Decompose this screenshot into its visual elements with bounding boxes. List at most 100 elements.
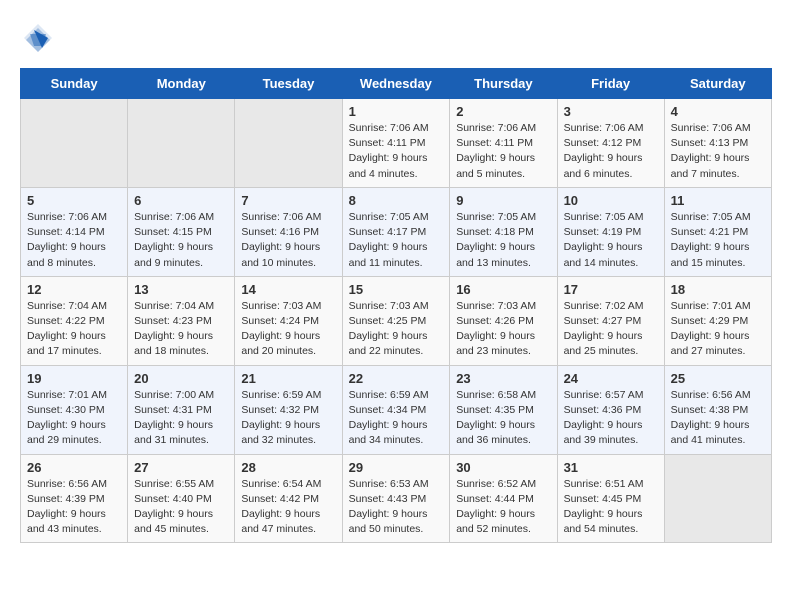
calendar-cell: 19 Sunrise: 7:01 AMSunset: 4:30 PMDayligh…	[21, 365, 128, 454]
calendar-cell: 5 Sunrise: 7:06 AMSunset: 4:14 PMDaylight…	[21, 187, 128, 276]
calendar-cell: 6Sunrise: 7:06 AMSunset: 4:15 PMDaylight…	[128, 187, 235, 276]
day-info: Sunrise: 7:05 AMSunset: 4:21 PMDaylight:…	[671, 210, 766, 271]
day-number: 27	[134, 460, 229, 475]
day-number: 19	[27, 371, 122, 386]
calendar-cell: 11 Sunrise: 7:05 AMSunset: 4:21 PMDayligh…	[664, 187, 771, 276]
day-number: 5	[27, 193, 122, 208]
day-info: Sunrise: 7:03 AMSunset: 4:25 PMDaylight:…	[349, 299, 445, 360]
day-number: 23	[456, 371, 551, 386]
calendar-cell: 30 Sunrise: 6:52 AMSunset: 4:44 PMDayligh…	[450, 454, 557, 543]
calendar-header-row: SundayMondayTuesdayWednesdayThursdayFrid…	[21, 69, 772, 99]
calendar-week-row: 19 Sunrise: 7:01 AMSunset: 4:30 PMDayligh…	[21, 365, 772, 454]
calendar-cell: 21 Sunrise: 6:59 AMSunset: 4:32 PMDayligh…	[235, 365, 342, 454]
day-info: Sunrise: 7:06 AMSunset: 4:14 PMDaylight:…	[27, 210, 122, 271]
day-number: 21	[241, 371, 336, 386]
day-number: 17	[564, 282, 659, 297]
header	[20, 20, 772, 56]
day-number: 13	[134, 282, 229, 297]
calendar-cell: 17 Sunrise: 7:02 AMSunset: 4:27 PMDayligh…	[557, 276, 664, 365]
day-info: Sunrise: 7:01 AMSunset: 4:30 PMDaylight:…	[27, 388, 122, 449]
calendar-cell: 18 Sunrise: 7:01 AMSunset: 4:29 PMDayligh…	[664, 276, 771, 365]
day-info: Sunrise: 7:05 AMSunset: 4:19 PMDaylight:…	[564, 210, 659, 271]
calendar-week-row: 1Sunrise: 7:06 AMSunset: 4:11 PMDaylight…	[21, 99, 772, 188]
day-info: Sunrise: 7:05 AMSunset: 4:18 PMDaylight:…	[456, 210, 551, 271]
day-number: 11	[671, 193, 766, 208]
calendar-cell: 1Sunrise: 7:06 AMSunset: 4:11 PMDaylight…	[342, 99, 450, 188]
day-number: 8	[349, 193, 445, 208]
day-info: Sunrise: 6:54 AMSunset: 4:42 PMDaylight:…	[241, 477, 336, 538]
day-info: Sunrise: 6:56 AMSunset: 4:38 PMDaylight:…	[671, 388, 766, 449]
day-number: 26	[27, 460, 122, 475]
weekday-header-wednesday: Wednesday	[342, 69, 450, 99]
weekday-header-friday: Friday	[557, 69, 664, 99]
day-info: Sunrise: 6:53 AMSunset: 4:43 PMDaylight:…	[349, 477, 445, 538]
calendar-cell	[128, 99, 235, 188]
calendar-cell: 4 Sunrise: 7:06 AMSunset: 4:13 PMDaylight…	[664, 99, 771, 188]
day-info: Sunrise: 6:56 AMSunset: 4:39 PMDaylight:…	[27, 477, 122, 538]
day-info: Sunrise: 6:57 AMSunset: 4:36 PMDaylight:…	[564, 388, 659, 449]
calendar-week-row: 5 Sunrise: 7:06 AMSunset: 4:14 PMDaylight…	[21, 187, 772, 276]
day-info: Sunrise: 6:59 AMSunset: 4:32 PMDaylight:…	[241, 388, 336, 449]
weekday-header-monday: Monday	[128, 69, 235, 99]
calendar-cell: 26 Sunrise: 6:56 AMSunset: 4:39 PMDayligh…	[21, 454, 128, 543]
day-number: 4	[671, 104, 766, 119]
calendar-cell: 14 Sunrise: 7:03 AMSunset: 4:24 PMDayligh…	[235, 276, 342, 365]
calendar-cell: 3Sunrise: 7:06 AMSunset: 4:12 PMDaylight…	[557, 99, 664, 188]
calendar-cell: 10 Sunrise: 7:05 AMSunset: 4:19 PMDayligh…	[557, 187, 664, 276]
day-info: Sunrise: 7:04 AMSunset: 4:23 PMDaylight:…	[134, 299, 229, 360]
logo-icon	[20, 20, 56, 56]
day-info: Sunrise: 7:06 AMSunset: 4:16 PMDaylight:…	[241, 210, 336, 271]
day-number: 31	[564, 460, 659, 475]
calendar-cell: 13 Sunrise: 7:04 AMSunset: 4:23 PMDayligh…	[128, 276, 235, 365]
calendar-cell: 8Sunrise: 7:05 AMSunset: 4:17 PMDaylight…	[342, 187, 450, 276]
calendar-cell: 20 Sunrise: 7:00 AMSunset: 4:31 PMDayligh…	[128, 365, 235, 454]
calendar-cell: 23 Sunrise: 6:58 AMSunset: 4:35 PMDayligh…	[450, 365, 557, 454]
calendar-cell: 25 Sunrise: 6:56 AMSunset: 4:38 PMDayligh…	[664, 365, 771, 454]
day-info: Sunrise: 6:59 AMSunset: 4:34 PMDaylight:…	[349, 388, 445, 449]
weekday-header-tuesday: Tuesday	[235, 69, 342, 99]
day-info: Sunrise: 7:00 AMSunset: 4:31 PMDaylight:…	[134, 388, 229, 449]
day-number: 12	[27, 282, 122, 297]
day-number: 28	[241, 460, 336, 475]
day-number: 20	[134, 371, 229, 386]
day-info: Sunrise: 6:52 AMSunset: 4:44 PMDaylight:…	[456, 477, 551, 538]
calendar-cell: 31 Sunrise: 6:51 AMSunset: 4:45 PMDayligh…	[557, 454, 664, 543]
day-number: 29	[349, 460, 445, 475]
weekday-header-thursday: Thursday	[450, 69, 557, 99]
day-info: Sunrise: 7:02 AMSunset: 4:27 PMDaylight:…	[564, 299, 659, 360]
day-number: 14	[241, 282, 336, 297]
day-number: 25	[671, 371, 766, 386]
calendar-cell: 27 Sunrise: 6:55 AMSunset: 4:40 PMDayligh…	[128, 454, 235, 543]
day-info: Sunrise: 7:03 AMSunset: 4:24 PMDaylight:…	[241, 299, 336, 360]
calendar-cell	[235, 99, 342, 188]
calendar-cell	[664, 454, 771, 543]
day-info: Sunrise: 7:06 AMSunset: 4:11 PMDaylight:…	[456, 121, 551, 182]
weekday-header-sunday: Sunday	[21, 69, 128, 99]
day-number: 16	[456, 282, 551, 297]
day-info: Sunrise: 6:55 AMSunset: 4:40 PMDaylight:…	[134, 477, 229, 538]
day-number: 30	[456, 460, 551, 475]
day-number: 7	[241, 193, 336, 208]
day-number: 3	[564, 104, 659, 119]
day-number: 2	[456, 104, 551, 119]
calendar-cell: 24 Sunrise: 6:57 AMSunset: 4:36 PMDayligh…	[557, 365, 664, 454]
day-number: 15	[349, 282, 445, 297]
day-info: Sunrise: 7:06 AMSunset: 4:13 PMDaylight:…	[671, 121, 766, 182]
calendar-table: SundayMondayTuesdayWednesdayThursdayFrid…	[20, 68, 772, 543]
day-info: Sunrise: 6:58 AMSunset: 4:35 PMDaylight:…	[456, 388, 551, 449]
day-number: 22	[349, 371, 445, 386]
day-info: Sunrise: 7:03 AMSunset: 4:26 PMDaylight:…	[456, 299, 551, 360]
day-number: 18	[671, 282, 766, 297]
calendar-cell: 12Sunrise: 7:04 AMSunset: 4:22 PMDayligh…	[21, 276, 128, 365]
day-number: 6	[134, 193, 229, 208]
day-info: Sunrise: 7:01 AMSunset: 4:29 PMDaylight:…	[671, 299, 766, 360]
day-number: 24	[564, 371, 659, 386]
day-number: 10	[564, 193, 659, 208]
day-info: Sunrise: 6:51 AMSunset: 4:45 PMDaylight:…	[564, 477, 659, 538]
calendar-cell: 2 Sunrise: 7:06 AMSunset: 4:11 PMDaylight…	[450, 99, 557, 188]
calendar-week-row: 12Sunrise: 7:04 AMSunset: 4:22 PMDayligh…	[21, 276, 772, 365]
calendar-cell: 29 Sunrise: 6:53 AMSunset: 4:43 PMDayligh…	[342, 454, 450, 543]
calendar-cell: 16 Sunrise: 7:03 AMSunset: 4:26 PMDayligh…	[450, 276, 557, 365]
calendar-cell: 28 Sunrise: 6:54 AMSunset: 4:42 PMDayligh…	[235, 454, 342, 543]
logo	[20, 20, 62, 56]
